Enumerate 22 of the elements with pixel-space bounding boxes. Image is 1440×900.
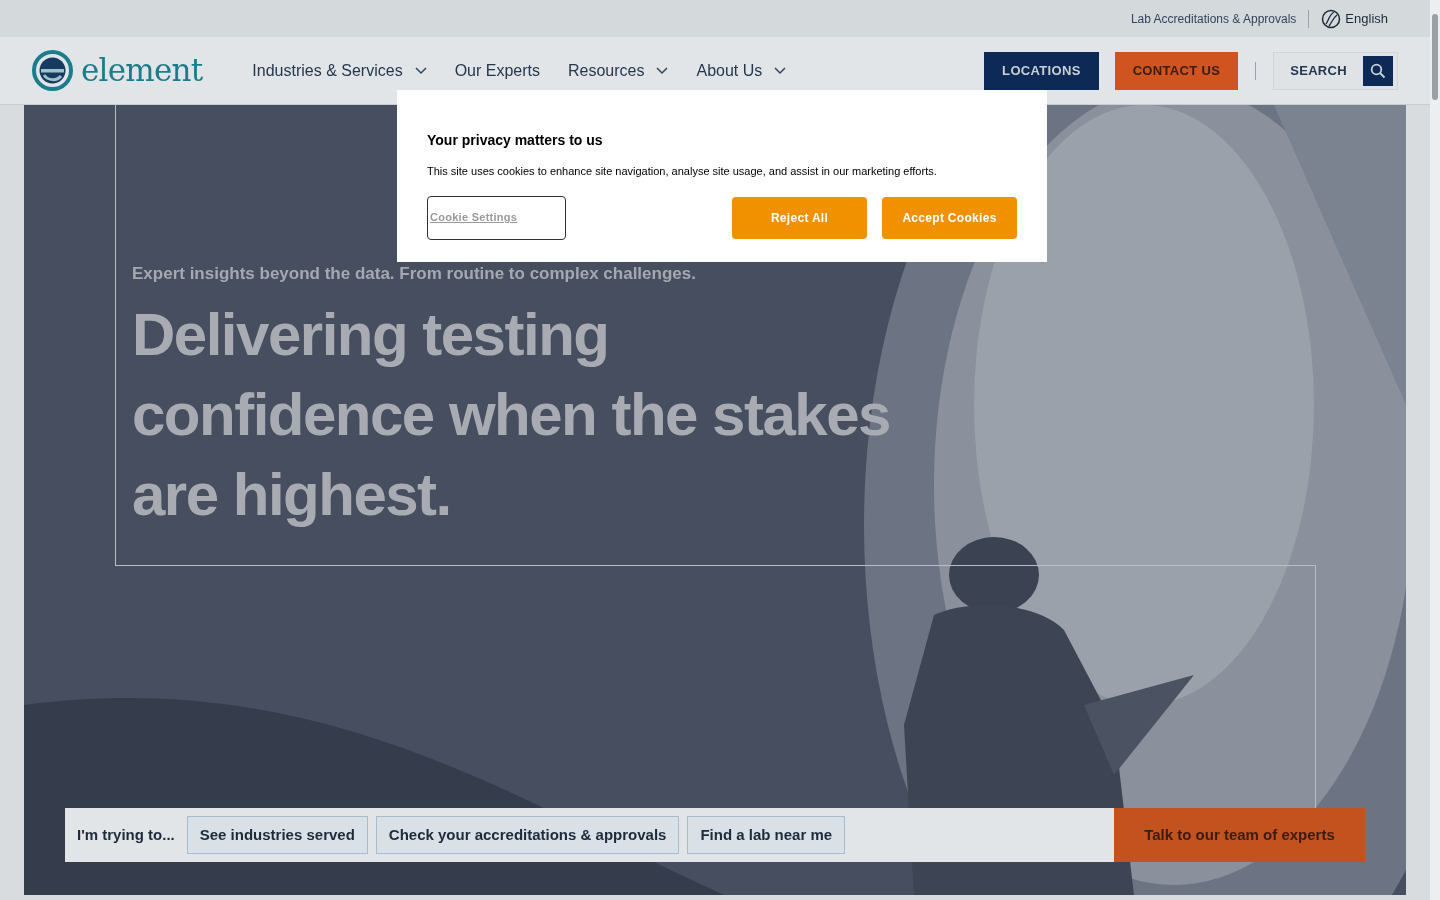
nav-link[interactable]: About Us [696, 58, 787, 83]
cookie-dialog-text: This site uses cookies to enhance site navigation, analyse site usage, and assist in our marketing efforts. [427, 164, 938, 179]
search-icon [1363, 55, 1393, 86]
search-button[interactable]: SEARCH [1273, 51, 1398, 90]
quick-link-button[interactable]: Find a lab near me [687, 816, 846, 854]
quick-link-button[interactable]: See industries served [186, 816, 368, 854]
cookie-dialog-title: Your privacy matters to us [427, 131, 604, 150]
quick-link-button[interactable]: Check your accreditations & approvals [375, 816, 680, 854]
top-link[interactable]: Lab Accreditations & Approvals [1130, 9, 1297, 28]
hero-eyebrow: Expert insights beyond the data. From routine to complex challenges. [132, 263, 697, 285]
logo-text: element [81, 55, 203, 86]
header-button[interactable]: LOCATIONS [984, 51, 1099, 90]
nav-link[interactable]: Industries & Services [252, 58, 427, 83]
hero-heading: Delivering testing confidence when the stakes are highest. [132, 299, 891, 530]
quick-links-prompt: I'm trying to... [77, 824, 175, 845]
scrollbar[interactable] [1430, 0, 1440, 900]
nav-link[interactable]: Our Experts [454, 58, 540, 83]
nav-link[interactable]: Resources [568, 58, 669, 83]
header-button[interactable]: CONTACT US [1114, 51, 1239, 90]
language-link[interactable]: English [1345, 8, 1388, 29]
globe-icon [1321, 8, 1342, 29]
logo-icon [32, 50, 73, 91]
